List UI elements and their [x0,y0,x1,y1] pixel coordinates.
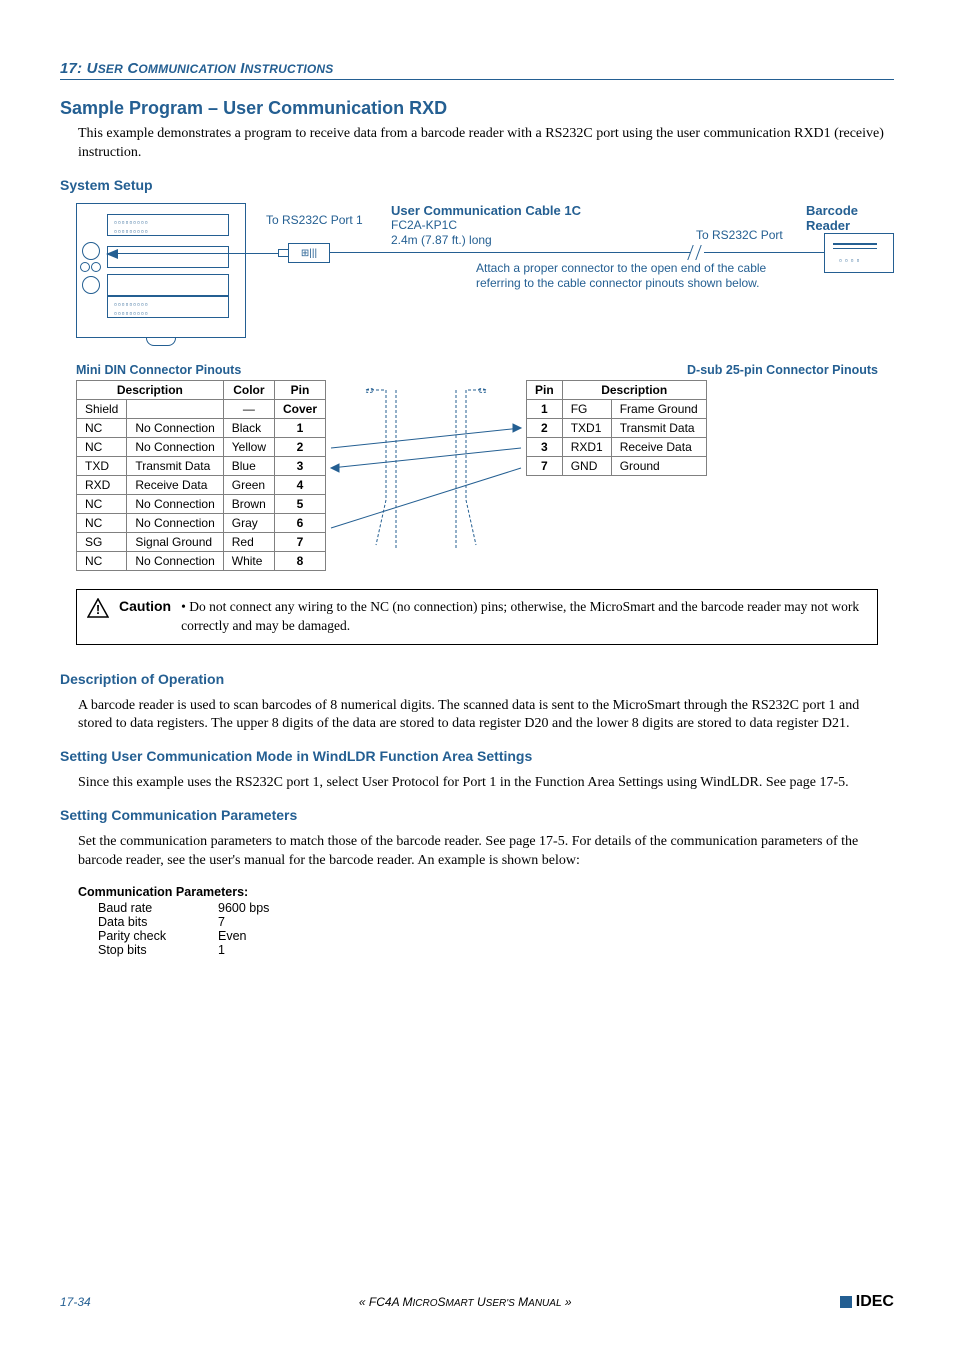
to-port1-label: To RS232C Port 1 [266,213,363,227]
table-row: Shield—Cover [77,399,326,418]
port-small-circle-icon [91,262,101,272]
table-row: TXDTransmit DataBlue3 [77,456,326,475]
port-small-circle-icon [80,262,90,272]
footer-title: « FC4A MICROSMART USER'S MANUAL » [359,1295,572,1309]
plc-slot-icon [107,274,229,296]
setting-mode-body: Since this example uses the RS232C port … [78,774,894,793]
col-pin: Pin [275,380,326,399]
table-row: NCNo ConnectionBrown5 [77,494,326,513]
plc-slot-icon: ▫▫▫▫▫▫▫▫▫▫▫▫▫▫▫▫▫▫ [107,214,229,236]
system-setup-title: System Setup [60,177,894,193]
setting-mode-title: Setting User Communication Mode in WindL… [60,748,894,764]
table-row: NCNo ConnectionYellow2 [77,437,326,456]
comm-params: Communication Parameters: Baud rate9600 … [78,885,894,957]
table-row: 3RXD1Receive Data [527,437,707,456]
main-title: Sample Program – User Communication RXD [60,98,894,119]
dsub25-table: Pin Description 1FGFrame Ground 2TXD1Tra… [526,380,707,476]
intro-paragraph: This example demonstrates a program to r… [78,125,894,163]
barcode-reader-icon: ▫▫▫▫ [824,233,894,273]
caution-label: Caution [119,598,171,614]
page-number: 17-34 [60,1295,91,1309]
table-row: RXDReceive DataGreen4 [77,475,326,494]
plc-slot-icon [107,246,229,268]
idec-square-icon [840,1296,852,1308]
cable-break-icon [690,245,704,260]
cable-pn-label: FC2A-KP1C [391,218,457,232]
arrow-left-icon [106,249,118,259]
mini-din-table: Description Color Pin Shield—Cover NCNo … [76,380,326,571]
col-color: Color [223,380,274,399]
chapter-number: 17: [60,60,82,77]
port-circle-icon [82,242,100,260]
system-setup-diagram: ▫▫▫▫▫▫▫▫▫▫▫▫▫▫▫▫▫▫ ▫▫▫▫▫▫▫▫▫▫▫▫▫▫▫▫▫▫ To… [76,203,894,353]
port-circle-icon [82,276,100,294]
diagram-note: Attach a proper connector to the open en… [476,261,776,292]
table-row: NCNo ConnectionBlack1 [77,418,326,437]
to-port-label: To RS232C Port [696,228,783,242]
desc-op-body: A barcode reader is used to scan barcode… [78,697,894,735]
connector-box-icon: ⊞||| [288,243,330,263]
list-item: Data bits7 [98,915,894,929]
idec-text: IDEC [856,1293,894,1311]
plc-feet-icon [146,338,176,346]
plc-slot-icon: ▫▫▫▫▫▫▫▫▫▫▫▫▫▫▫▫▫▫ [107,296,229,318]
cable-line-icon [330,252,690,253]
cable-line-icon [704,252,824,253]
cable-line-icon [118,253,278,254]
pinout-section: Mini DIN Connector Pinouts D-sub 25-pin … [76,363,878,571]
col-description: Description [77,380,224,399]
chapter-header: 17: USER COMMUNICATION INSTRUCTIONS [60,60,894,80]
table-row: 2TXD1Transmit Data [527,418,707,437]
setting-comm-body: Set the communication parameters to matc… [78,833,894,871]
caution-text: • Do not connect any wiring to the NC (n… [181,598,867,636]
table-row: NCNo ConnectionGray6 [77,513,326,532]
col-description: Description [562,380,706,399]
dsub25-title: D-sub 25-pin Connector Pinouts [687,363,878,377]
pinout-wiring-icon [326,380,526,560]
col-pin: Pin [527,380,563,399]
barcode-title-label: Barcode Reader [806,203,894,233]
table-row: 7GNDGround [527,456,707,475]
cable-title-label: User Communication Cable 1C [391,203,581,218]
mini-din-title: Mini DIN Connector Pinouts [76,363,241,377]
list-item: Baud rate9600 bps [98,901,894,915]
connector-stub-icon [278,249,288,257]
page-footer: 17-34 « FC4A MICROSMART USER'S MANUAL » … [60,1293,894,1311]
table-row: NCNo ConnectionWhite8 [77,551,326,570]
comm-params-heading: Communication Parameters: [78,885,894,899]
list-item: Stop bits1 [98,943,894,957]
setting-comm-title: Setting Communication Parameters [60,807,894,823]
cable-len-label: 2.4m (7.87 ft.) long [391,233,492,247]
chapter-title: USER COMMUNICATION INSTRUCTIONS [87,60,334,77]
caution-icon: ! [87,598,109,621]
idec-logo: IDEC [840,1293,894,1311]
plc-box-icon: ▫▫▫▫▫▫▫▫▫▫▫▫▫▫▫▫▫▫ ▫▫▫▫▫▫▫▫▫▫▫▫▫▫▫▫▫▫ [76,203,246,338]
list-item: Parity checkEven [98,929,894,943]
desc-op-title: Description of Operation [60,671,894,687]
table-row: SGSignal GroundRed7 [77,532,326,551]
svg-text:!: ! [96,602,100,617]
caution-box: ! Caution • Do not connect any wiring to… [76,589,878,645]
table-row: 1FGFrame Ground [527,399,707,418]
